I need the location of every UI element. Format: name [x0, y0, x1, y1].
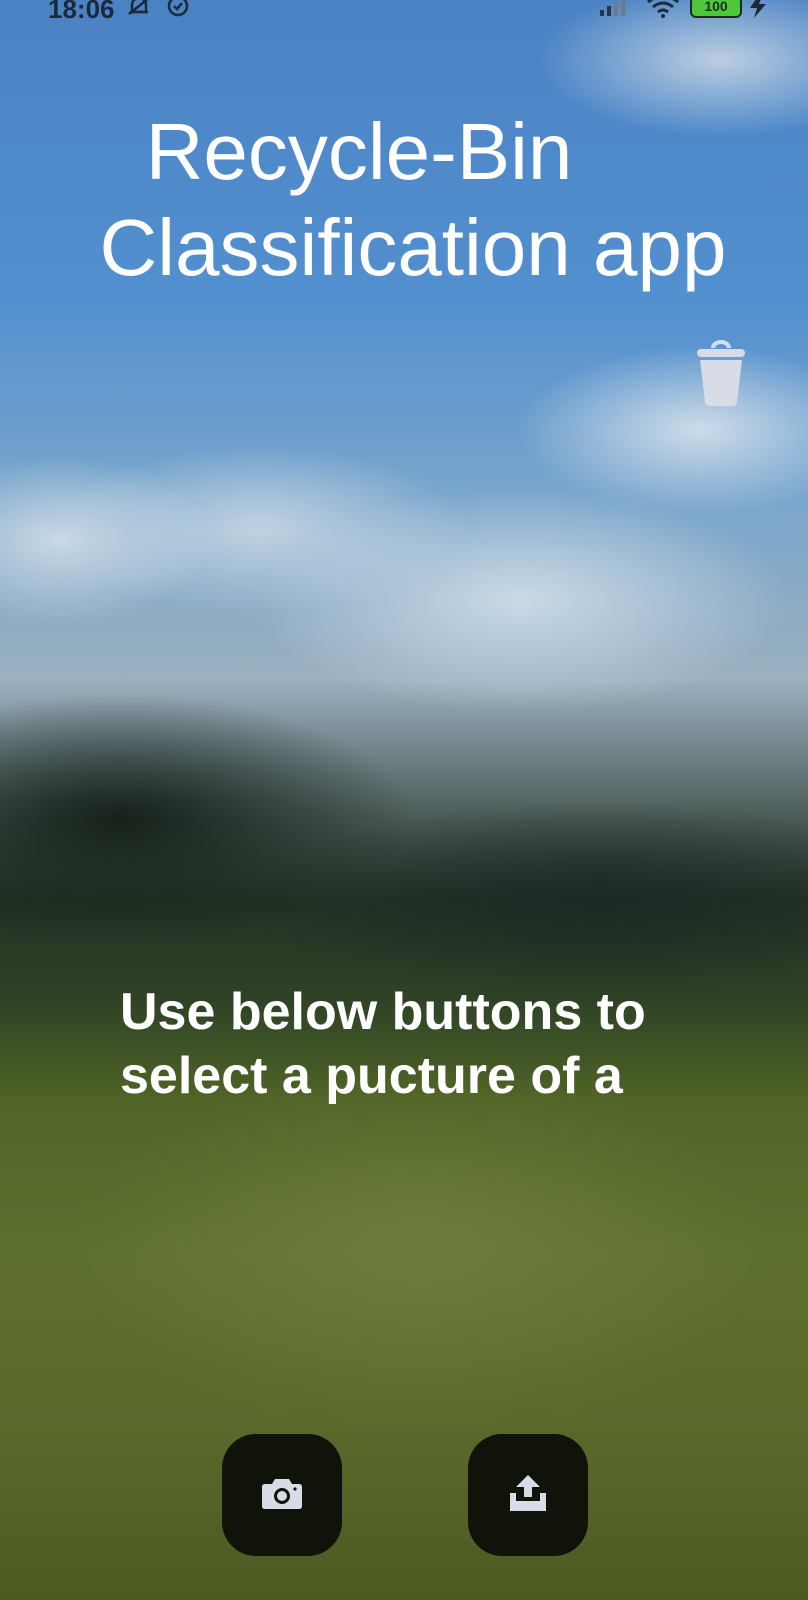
signal-icon	[600, 0, 630, 21]
trash-bin-icon	[696, 340, 746, 406]
upload-button[interactable]	[468, 1434, 588, 1556]
charging-icon	[748, 0, 770, 23]
upload-icon	[508, 1474, 548, 1516]
instruction-line-1: Use below buttons to	[120, 983, 646, 1041]
notifications-off-icon	[126, 0, 152, 23]
camera-icon	[262, 1477, 302, 1514]
instruction-line-2: select a pucture of a	[120, 1047, 623, 1105]
page-title: Recycle-Bin Classification app	[0, 104, 808, 296]
title-line-2: Classification app	[99, 202, 727, 292]
status-bar: 18:06 100	[0, 0, 808, 28]
alarm-icon	[166, 0, 190, 23]
instruction-text: Use below buttons to select a pucture of…	[120, 980, 740, 1108]
battery-level: 100	[704, 0, 728, 14]
title-line-1: Recycle-Bin	[145, 106, 573, 196]
app-screen: 18:06 100 Recycle-Bin Classification app…	[0, 0, 808, 1600]
battery-icon: 100	[690, 0, 742, 18]
wifi-icon	[646, 0, 680, 23]
camera-button[interactable]	[222, 1434, 342, 1556]
status-time: 18:06	[48, 0, 115, 24]
